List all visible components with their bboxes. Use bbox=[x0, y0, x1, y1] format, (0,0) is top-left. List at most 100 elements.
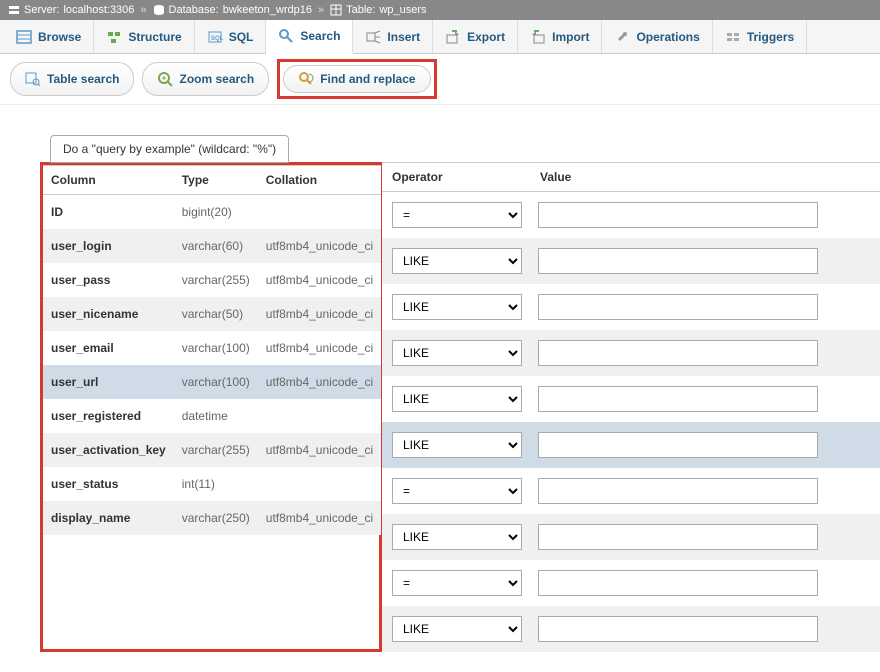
operator-cell: LIKE bbox=[382, 376, 532, 422]
header-operator: Operator bbox=[382, 163, 532, 192]
columns-table: Column Type Collation IDbigint(20)user_l… bbox=[43, 165, 381, 535]
breadcrumb-server-link[interactable]: localhost:3306 bbox=[63, 4, 134, 16]
operator-select[interactable]: LIKE bbox=[392, 248, 522, 274]
table-row: = bbox=[382, 468, 880, 514]
tab-structure[interactable]: Structure bbox=[94, 20, 194, 53]
column-collation-cell: utf8mb4_unicode_ci bbox=[258, 331, 381, 365]
tab-browse-label: Browse bbox=[38, 30, 81, 44]
table-row: user_activation_keyvarchar(255)utf8mb4_u… bbox=[43, 433, 381, 467]
subtab-table-search[interactable]: Table search bbox=[10, 62, 134, 96]
column-collation-cell: utf8mb4_unicode_ci bbox=[258, 297, 381, 331]
column-type-cell: varchar(50) bbox=[174, 297, 258, 331]
tab-browse[interactable]: Browse bbox=[4, 20, 94, 53]
tab-bar: Browse Structure SQL SQL Search Insert E… bbox=[0, 20, 880, 54]
operations-icon bbox=[614, 29, 630, 45]
table-row: LIKE bbox=[382, 606, 880, 652]
tab-sql[interactable]: SQL SQL bbox=[195, 20, 267, 53]
insert-icon bbox=[365, 29, 381, 45]
value-cell bbox=[532, 422, 880, 468]
browse-icon bbox=[16, 29, 32, 45]
value-cell bbox=[532, 192, 880, 239]
breadcrumb-db-link[interactable]: bwkeeton_wrdp16 bbox=[223, 4, 312, 16]
value-input[interactable] bbox=[538, 432, 818, 458]
table-row: LIKE bbox=[382, 422, 880, 468]
operator-select[interactable]: LIKE bbox=[392, 432, 522, 458]
tab-sql-label: SQL bbox=[229, 30, 254, 44]
sql-icon: SQL bbox=[207, 29, 223, 45]
structure-icon bbox=[106, 29, 122, 45]
tab-insert-label: Insert bbox=[387, 30, 420, 44]
header-collation: Collation bbox=[258, 166, 381, 195]
tab-import[interactable]: Import bbox=[518, 20, 602, 53]
operator-cell: LIKE bbox=[382, 514, 532, 560]
value-cell bbox=[532, 330, 880, 376]
column-collation-cell bbox=[258, 399, 381, 433]
tab-search[interactable]: Search bbox=[266, 20, 353, 54]
value-input[interactable] bbox=[538, 340, 818, 366]
table-row: user_loginvarchar(60)utf8mb4_unicode_ci bbox=[43, 229, 381, 263]
column-name-cell: user_activation_key bbox=[43, 433, 174, 467]
value-input[interactable] bbox=[538, 386, 818, 412]
search-icon bbox=[278, 28, 294, 44]
table-row: display_namevarchar(250)utf8mb4_unicode_… bbox=[43, 501, 381, 535]
operator-select[interactable]: LIKE bbox=[392, 616, 522, 642]
breadcrumb-separator: » bbox=[140, 4, 146, 16]
operator-select[interactable]: = bbox=[392, 478, 522, 504]
value-input[interactable] bbox=[538, 248, 818, 274]
operator-cell: LIKE bbox=[382, 422, 532, 468]
column-type-cell: varchar(255) bbox=[174, 433, 258, 467]
operator-select[interactable]: LIKE bbox=[392, 386, 522, 412]
column-name-cell: user_email bbox=[43, 331, 174, 365]
operator-select[interactable]: = bbox=[392, 570, 522, 596]
column-type-cell: datetime bbox=[174, 399, 258, 433]
highlight-find-replace: Find and replace bbox=[277, 59, 436, 99]
column-name-cell: user_url bbox=[43, 365, 174, 399]
subtab-find-replace[interactable]: Find and replace bbox=[283, 65, 430, 93]
breadcrumb-table-label: Table: bbox=[346, 4, 375, 16]
value-input[interactable] bbox=[538, 616, 818, 642]
column-name-cell: user_registered bbox=[43, 399, 174, 433]
operator-select[interactable]: LIKE bbox=[392, 294, 522, 320]
tab-export-label: Export bbox=[467, 30, 505, 44]
breadcrumb: Server: localhost:3306 » Database: bwkee… bbox=[0, 0, 880, 20]
column-type-cell: varchar(100) bbox=[174, 365, 258, 399]
tab-insert[interactable]: Insert bbox=[353, 20, 433, 53]
tab-operations[interactable]: Operations bbox=[602, 20, 712, 53]
value-input[interactable] bbox=[538, 524, 818, 550]
header-type: Type bbox=[174, 166, 258, 195]
column-name-cell: user_login bbox=[43, 229, 174, 263]
table-row: LIKE bbox=[382, 284, 880, 330]
value-input[interactable] bbox=[538, 294, 818, 320]
value-cell bbox=[532, 238, 880, 284]
operator-cell: = bbox=[382, 192, 532, 239]
content-area: Do a "query by example" (wildcard: "%") … bbox=[0, 105, 880, 672]
tab-export[interactable]: Export bbox=[433, 20, 518, 53]
operator-select[interactable]: = bbox=[392, 202, 522, 228]
column-type-cell: int(11) bbox=[174, 467, 258, 501]
value-input[interactable] bbox=[538, 570, 818, 596]
operator-select[interactable]: LIKE bbox=[392, 524, 522, 550]
table-row: user_passvarchar(255)utf8mb4_unicode_ci bbox=[43, 263, 381, 297]
value-cell bbox=[532, 514, 880, 560]
table-row: = bbox=[382, 560, 880, 606]
column-collation-cell: utf8mb4_unicode_ci bbox=[258, 365, 381, 399]
query-by-example-label: Do a "query by example" (wildcard: "%") bbox=[50, 135, 289, 163]
value-input[interactable] bbox=[538, 202, 818, 228]
tab-triggers[interactable]: Triggers bbox=[713, 20, 807, 53]
table-row: LIKE bbox=[382, 330, 880, 376]
operator-select[interactable]: LIKE bbox=[392, 340, 522, 366]
highlight-columns-block: Column Type Collation IDbigint(20)user_l… bbox=[40, 162, 382, 652]
operator-cell: = bbox=[382, 560, 532, 606]
column-name-cell: display_name bbox=[43, 501, 174, 535]
column-collation-cell: utf8mb4_unicode_ci bbox=[258, 501, 381, 535]
value-input[interactable] bbox=[538, 478, 818, 504]
operator-cell: LIKE bbox=[382, 238, 532, 284]
subtab-zoom-search[interactable]: Zoom search bbox=[142, 62, 269, 96]
table-row: user_nicenamevarchar(50)utf8mb4_unicode_… bbox=[43, 297, 381, 331]
table-row: user_statusint(11) bbox=[43, 467, 381, 501]
table-row: user_registereddatetime bbox=[43, 399, 381, 433]
table-search-icon bbox=[25, 71, 41, 87]
zoom-search-icon bbox=[157, 71, 173, 87]
breadcrumb-table-link[interactable]: wp_users bbox=[379, 4, 426, 16]
column-type-cell: varchar(255) bbox=[174, 263, 258, 297]
